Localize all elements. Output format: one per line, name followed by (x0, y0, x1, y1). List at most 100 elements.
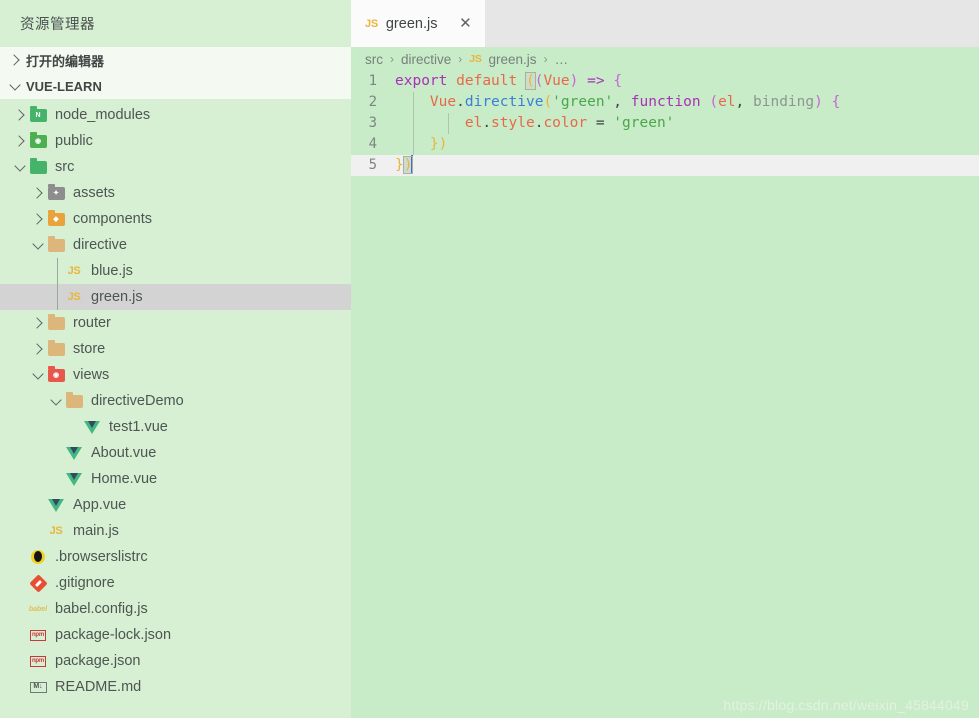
code-indent-guide (447, 113, 449, 134)
tree-item-label: blue.js (91, 262, 133, 279)
tree-item-label: .gitignore (55, 574, 115, 591)
tree-item-label: package.json (55, 652, 141, 669)
tree-item-label: babel.config.js (55, 600, 148, 617)
tree-item-label: router (73, 314, 111, 331)
folder-icon (65, 391, 83, 408)
tree-item-views[interactable]: ◉ views (0, 362, 351, 388)
tree-item-node-modules[interactable]: Nnode_modules (0, 102, 351, 128)
tree-item-label: components (73, 210, 152, 227)
tree-item-test1-vue[interactable]: test1.vue (0, 414, 351, 440)
tree-item-directive[interactable]: directive (0, 232, 351, 258)
tree-item-label: store (73, 340, 106, 357)
section-open-editors-label: 打开的编辑器 (26, 53, 105, 69)
file-icon-wrap: ✦ (46, 183, 66, 202)
js-file-icon: JS (67, 291, 81, 303)
tree-item-browserslistrc[interactable]: .browserslistrc (0, 544, 351, 570)
section-open-editors[interactable]: 打开的编辑器 (0, 47, 351, 73)
code-editor[interactable]: 1 export default ((Vue) => {2 Vue.directi… (351, 71, 979, 176)
tree-item-label: public (55, 132, 93, 149)
markdown-icon: M↓ (29, 681, 47, 693)
tree-item-package-json[interactable]: npm package.json (0, 648, 351, 674)
file-icon-wrap: JS (64, 288, 84, 306)
chevron-right-icon: › (458, 52, 463, 66)
tree-item-label: README.md (55, 678, 142, 695)
tree-item-gitignore[interactable]: .gitignore (0, 570, 351, 596)
tree-item-readme-md[interactable]: M↓ README.md (0, 674, 351, 700)
tree-item-about-vue[interactable]: About.vue (0, 440, 351, 466)
text-cursor (411, 155, 414, 173)
npm-icon: npm (30, 629, 46, 641)
tree-item-green-js[interactable]: JS green.js (0, 284, 351, 310)
chevron-down-icon[interactable] (12, 159, 28, 175)
explorer-sidebar: 资源管理器 打开的编辑器 VUE-LEARN Nnode_modules ◉ pub… (0, 0, 351, 718)
line-number: 3 (368, 115, 377, 131)
code-line[interactable]: 1 export default ((Vue) => { (351, 71, 979, 92)
tab-green-js[interactable]: JS green.js ✕ (351, 0, 485, 47)
chevron-right-icon[interactable] (30, 315, 46, 331)
folder-node-icon: N (29, 105, 47, 122)
tree-item-label: views (73, 366, 110, 383)
editor-tab-bar: JS green.js ✕ (351, 0, 979, 47)
section-vue-learn-label: VUE-LEARN (26, 78, 102, 94)
tree-item-components[interactable]: ◆ components (0, 206, 351, 232)
tree-item-label: Home.vue (91, 470, 158, 487)
code-line[interactable]: 2 Vue.directive('green', function (el, b… (351, 92, 979, 113)
file-icon-wrap (64, 391, 84, 410)
chevron-right-icon[interactable] (30, 185, 46, 201)
file-icon-wrap: M↓ (28, 678, 48, 696)
breadcrumb-item-directive[interactable]: directive (401, 52, 451, 67)
tab-label: green.js (385, 15, 438, 32)
breadcrumb-item-file[interactable]: green.js (489, 52, 537, 67)
file-icon-wrap (64, 444, 84, 462)
tree-item-directivedemo[interactable]: directiveDemo (0, 388, 351, 414)
tree-item-package-lock-json[interactable]: npm package-lock.json (0, 622, 351, 648)
js-file-icon: JS (67, 265, 81, 277)
code-line[interactable]: 4 }) (351, 134, 979, 155)
tree-item-assets[interactable]: ✦ assets (0, 180, 351, 206)
tree-item-app-vue[interactable]: App.vue (0, 492, 351, 518)
breadcrumb-item-src[interactable]: src (365, 52, 383, 67)
tree-item-home-vue[interactable]: Home.vue (0, 466, 351, 492)
folder-public-icon: ◉ (29, 131, 47, 148)
close-icon[interactable]: ✕ (457, 16, 473, 31)
breadcrumb: src › directive › JS green.js › … (351, 47, 979, 71)
code-line[interactable]: 5}) (351, 155, 979, 176)
section-vue-learn[interactable]: VUE-LEARN (0, 73, 351, 99)
code-line[interactable]: 3 el.style.color = 'green' (351, 113, 979, 134)
tree-item-label: package-lock.json (55, 626, 172, 643)
tree-item-public[interactable]: ◉ public (0, 128, 351, 154)
vue-file-icon (66, 446, 82, 460)
tree-item-label: About.vue (91, 444, 157, 461)
line-number: 4 (368, 136, 377, 152)
chevron-right-icon[interactable] (12, 107, 28, 123)
line-number: 2 (368, 94, 377, 110)
tree-item-label: src (55, 158, 75, 175)
tree-item-blue-js[interactable]: JS blue.js (0, 258, 351, 284)
tree-item-label: directiveDemo (91, 392, 184, 409)
tree-item-main-js[interactable]: JS main.js (0, 518, 351, 544)
babel-icon: babel (28, 605, 48, 613)
chevron-down-icon (6, 77, 24, 95)
browserslist-icon (31, 550, 45, 564)
folder-src-icon (29, 157, 47, 174)
tree-item-src[interactable]: src (0, 154, 351, 180)
breadcrumb-item-symbols[interactable]: … (555, 52, 569, 67)
file-icon-wrap (46, 339, 66, 358)
tree-item-babel-config-js[interactable]: babel babel.config.js (0, 596, 351, 622)
line-number: 1 (368, 73, 377, 89)
file-icon-wrap: npm (28, 626, 48, 644)
file-icon-wrap (28, 573, 48, 593)
tree-item-router[interactable]: router (0, 310, 351, 336)
vue-file-icon (66, 472, 82, 486)
folder-icon (47, 339, 65, 356)
chevron-right-icon[interactable] (30, 211, 46, 227)
tree-item-label: directive (73, 236, 127, 253)
tree-item-label: test1.vue (109, 418, 168, 435)
tree-item-store[interactable]: store (0, 336, 351, 362)
chevron-down-icon[interactable] (30, 237, 46, 253)
chevron-right-icon[interactable] (30, 341, 46, 357)
vue-file-icon (84, 420, 100, 434)
chevron-down-icon[interactable] (48, 393, 64, 409)
chevron-right-icon[interactable] (12, 133, 28, 149)
chevron-down-icon[interactable] (30, 367, 46, 383)
